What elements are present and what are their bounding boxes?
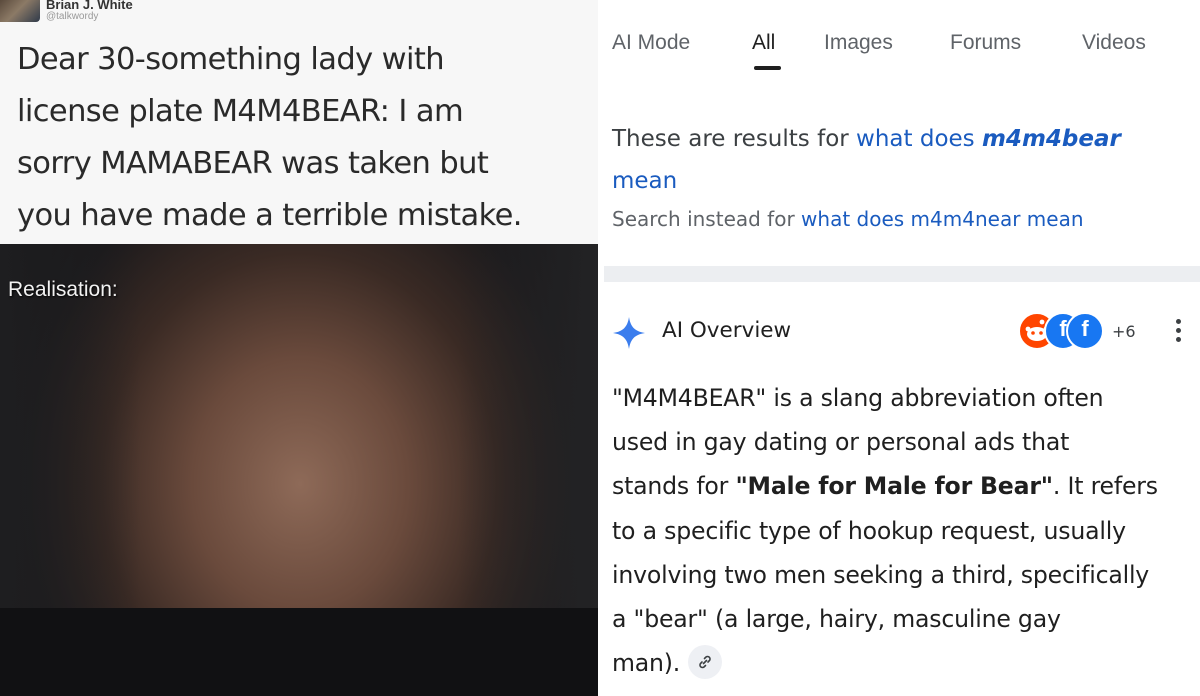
tweet-handle: @talkwordy [46,11,99,22]
tweet-text: Dear 30-something lady with license plat… [17,34,592,242]
active-tab-indicator [754,66,781,70]
tab-images[interactable]: Images [824,31,893,55]
spelling-correction-note: These are results for what does m4m4bear… [612,118,1192,202]
tab-forums[interactable]: Forums [950,31,1021,55]
ai-overview-title: AI Overview [662,318,792,343]
tweet-line: Dear 30-something lady with [17,42,445,77]
ai-line: "M4M4BEAR" is a slang abbreviation often [612,384,1104,412]
ai-line-end: . It refers [1052,472,1158,501]
search-instead-prefix: Search instead for [612,207,795,231]
facebook-icon[interactable]: f [1066,312,1104,350]
ai-line: used in gay dating or personal ads that [612,428,1070,457]
ai-sources[interactable]: f f [1018,312,1108,352]
tweet-line: license plate M4M4BEAR: I am [17,94,464,129]
original-query-link[interactable]: what does m4m4near mean [801,207,1083,231]
ai-line-start: stands for [612,472,736,501]
tweet-meme-panel: Brian J. White @talkwordy Dear 30-someth… [0,0,598,696]
search-results-panel: AI Mode All Images Forums Videos These a… [598,0,1200,696]
corrected-query-post: mean [612,168,678,194]
tweet-header: Brian J. White @talkwordy [0,0,598,24]
ai-bold-phrase: "Male for Male for Bear" [735,472,1053,501]
tweet-line: you have made a terrible mistake. [17,198,522,233]
ai-line: a "bear" (a large, hairy, masculine gay [612,605,1061,634]
ai-line: man). [612,641,1200,685]
meme-photo: Realisation: [0,244,598,696]
tweet-line: sorry MAMABEAR was taken but [17,146,489,181]
ai-last-line: man). [612,649,681,678]
results-prefix: These are results for [612,126,849,152]
ai-line: stands for "Male for Male for Bear". It … [612,464,1200,508]
more-options-icon[interactable] [1170,316,1186,350]
avatar [0,0,40,22]
photo-caption: Realisation: [8,278,118,301]
tab-ai-mode[interactable]: AI Mode [612,31,690,55]
ai-sparkle-icon [613,317,645,349]
ai-overview-text: "M4M4BEAR" is a slang abbreviation often… [612,376,1200,685]
search-instead-note: Search instead for what does m4m4near me… [612,207,1084,231]
tab-videos[interactable]: Videos [1082,31,1146,55]
search-tabs: AI Mode All Images Forums Videos [598,0,1200,90]
facebook-glyph: f [1081,316,1089,341]
ai-line: involving two men seeking a third, speci… [612,560,1150,589]
more-sources-count[interactable]: +6 [1112,322,1136,341]
corrected-query-bold: m4m4bear [981,126,1121,152]
photo-bottom-bar [0,608,598,696]
section-divider [604,266,1200,282]
link-glyph [699,655,711,668]
corrected-query-pre: what does [856,126,975,152]
ai-line: to a specific type of hookup request, us… [612,516,1126,545]
link-icon[interactable] [688,644,723,679]
tab-all[interactable]: All [752,31,775,55]
